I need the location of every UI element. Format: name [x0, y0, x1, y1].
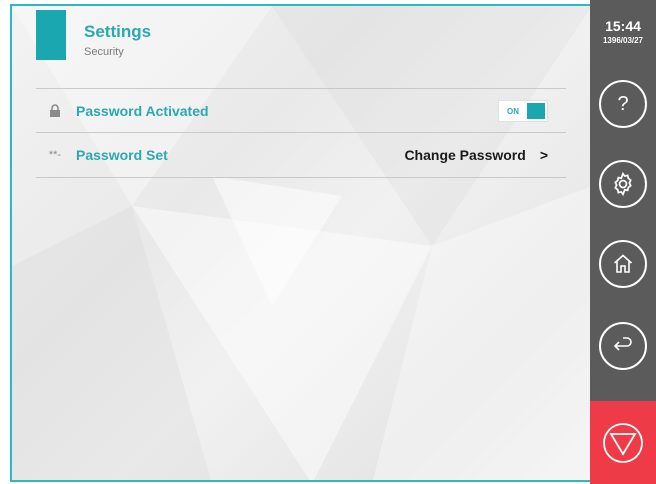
lock-icon	[42, 104, 68, 118]
divider	[36, 177, 566, 178]
password-set-label: Password Set	[76, 147, 168, 163]
clock: 15:44 1396/03/27	[590, 18, 656, 45]
toggle-state-text: ON	[507, 106, 519, 116]
home-icon	[613, 254, 633, 273]
password-activated-toggle[interactable]: ON	[498, 100, 548, 122]
app-window: Settings Security Password Activated ON …	[0, 0, 656, 484]
password-activated-row: Password Activated ON	[36, 91, 566, 131]
content-panel: Settings Security Password Activated ON …	[10, 4, 590, 482]
stop-button[interactable]	[590, 401, 656, 484]
settings-button[interactable]	[599, 160, 647, 208]
help-button[interactable]: ?	[599, 80, 647, 128]
back-icon	[613, 337, 632, 351]
page-title: Settings	[84, 22, 152, 41]
stop-icon	[603, 422, 643, 463]
divider	[36, 88, 566, 89]
help-icon: ?	[617, 92, 629, 115]
background-pattern	[12, 6, 590, 480]
change-password-button[interactable]: Change Password >	[404, 147, 548, 163]
back-button[interactable]	[599, 322, 647, 370]
chevron-right-icon: >	[539, 147, 548, 163]
divider	[36, 132, 566, 133]
asterisks-icon: **-	[48, 149, 62, 161]
password-set-row: **- Password Set Change Password >	[36, 135, 566, 175]
home-button[interactable]	[599, 240, 647, 288]
page-subtitle: Security	[84, 46, 124, 58]
sidebar: 15:44 1396/03/27 ?	[590, 0, 656, 484]
toggle-knob	[527, 103, 545, 119]
gear-icon	[614, 171, 632, 197]
header-accent-block	[36, 10, 66, 60]
change-password-label: Change Password	[404, 147, 526, 163]
clock-time: 15:44	[605, 18, 641, 34]
clock-date: 1396/03/27	[602, 36, 644, 45]
password-activated-label: Password Activated	[76, 103, 209, 119]
